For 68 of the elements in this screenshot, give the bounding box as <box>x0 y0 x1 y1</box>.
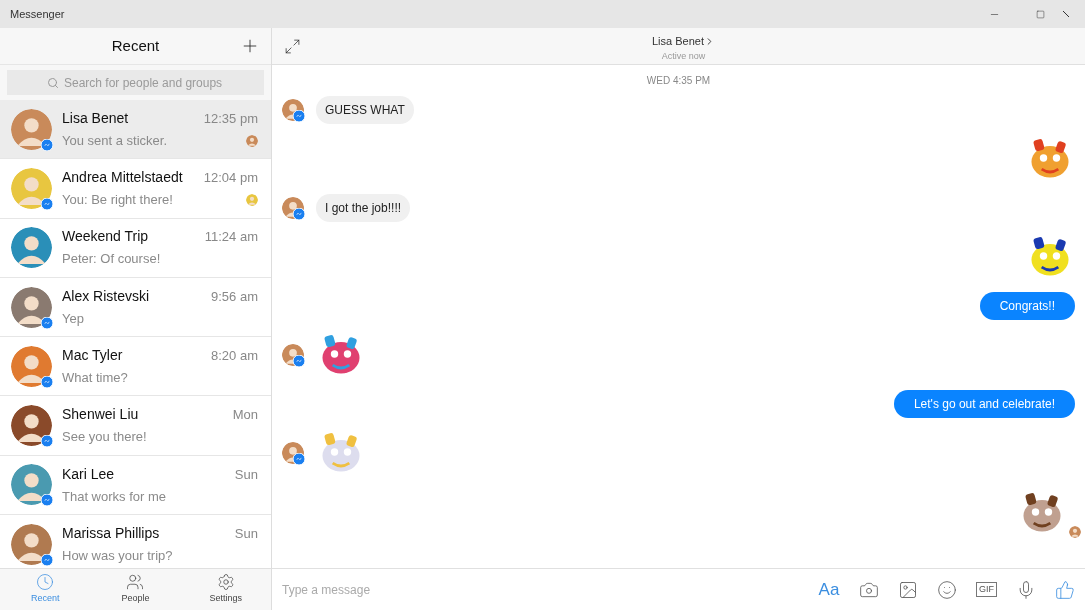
avatar <box>11 167 52 209</box>
image-icon <box>898 579 918 600</box>
conversation-item[interactable]: Lisa Benet 12:35 pm You sent a sticker. <box>0 100 271 160</box>
image-button[interactable] <box>898 579 918 600</box>
message-bubble: Congrats!! <box>979 292 1075 320</box>
message-preview: That works for me <box>62 487 167 506</box>
messenger-badge-icon <box>293 208 305 220</box>
emoji-button[interactable] <box>937 579 957 600</box>
search-icon <box>47 76 59 89</box>
message-preview: See you there! <box>62 428 147 447</box>
gear-icon <box>216 573 235 592</box>
search-field[interactable]: Search for people and groups <box>7 70 264 95</box>
seen-avatar <box>1069 526 1081 538</box>
like-button[interactable] <box>1055 579 1075 600</box>
message-preview: Yep <box>62 309 84 328</box>
message-time: 12:04 pm <box>203 169 258 188</box>
messenger-badge-icon <box>293 355 305 367</box>
messenger-badge-icon <box>293 453 305 465</box>
avatar <box>11 108 52 150</box>
message-time: 8:20 am <box>211 347 258 366</box>
contact-name: Kari Lee <box>62 464 115 484</box>
contact-name: Weekend Trip <box>62 227 149 247</box>
avatar <box>11 227 52 269</box>
maximize-icon <box>1035 9 1045 19</box>
message-preview: You sent a sticker. <box>62 131 168 150</box>
expand-icon <box>283 37 301 55</box>
message-bubble: Let's go out and celebrate! <box>893 390 1075 418</box>
message-time: Mon <box>232 406 258 425</box>
sidebar-title: Recent <box>111 35 160 56</box>
contact-header-name[interactable]: Lisa Benet <box>652 33 704 50</box>
avatar <box>11 345 52 387</box>
nav-tab[interactable]: People <box>90 569 181 610</box>
avatar <box>11 405 52 447</box>
avatar <box>11 464 52 506</box>
contact-name: Lisa Benet <box>62 108 129 128</box>
timestamp: WED 4:35 PM <box>646 74 711 88</box>
seen-avatar <box>246 134 258 147</box>
active-status: Active now <box>661 49 706 63</box>
message-preview: You: Be right there! <box>62 191 173 210</box>
avatar <box>11 523 52 565</box>
people-icon <box>126 573 145 592</box>
contact-name: Andrea Mittelstaedt <box>62 168 183 188</box>
message-time: 9:56 am <box>211 287 258 306</box>
seen-avatar <box>246 193 258 206</box>
contact-name: Marissa Phillips <box>62 523 160 543</box>
message-input[interactable]: Type a message <box>282 580 818 599</box>
message-time: 11:24 am <box>204 228 258 247</box>
avatar <box>11 286 52 328</box>
messenger-badge-icon <box>293 110 305 122</box>
like-icon <box>1055 579 1075 600</box>
message-time: Sun <box>234 465 258 484</box>
nav-tab[interactable]: Settings <box>180 569 271 610</box>
window-title: Messenger <box>10 6 65 22</box>
contact-name: Mac Tyler <box>62 346 123 366</box>
gif-button[interactable]: GIF <box>976 582 997 597</box>
contact-name: Alex Ristevski <box>62 286 150 306</box>
message-time: 12:35 pm <box>203 109 258 128</box>
message-bubble: I got the job!!!! <box>316 194 411 222</box>
contact-name: Shenwei Liu <box>62 405 139 425</box>
emoji-icon <box>937 579 957 600</box>
close-icon <box>1063 11 1069 17</box>
message-preview: What time? <box>62 369 128 388</box>
message-preview: How was your trip? <box>62 546 173 565</box>
message-time: Sun <box>234 524 258 543</box>
message-preview: Peter: Of course! <box>62 250 161 269</box>
expand-button[interactable] <box>282 36 302 56</box>
message-bubble: GUESS WHAT <box>316 96 414 124</box>
clock-icon <box>36 573 55 592</box>
